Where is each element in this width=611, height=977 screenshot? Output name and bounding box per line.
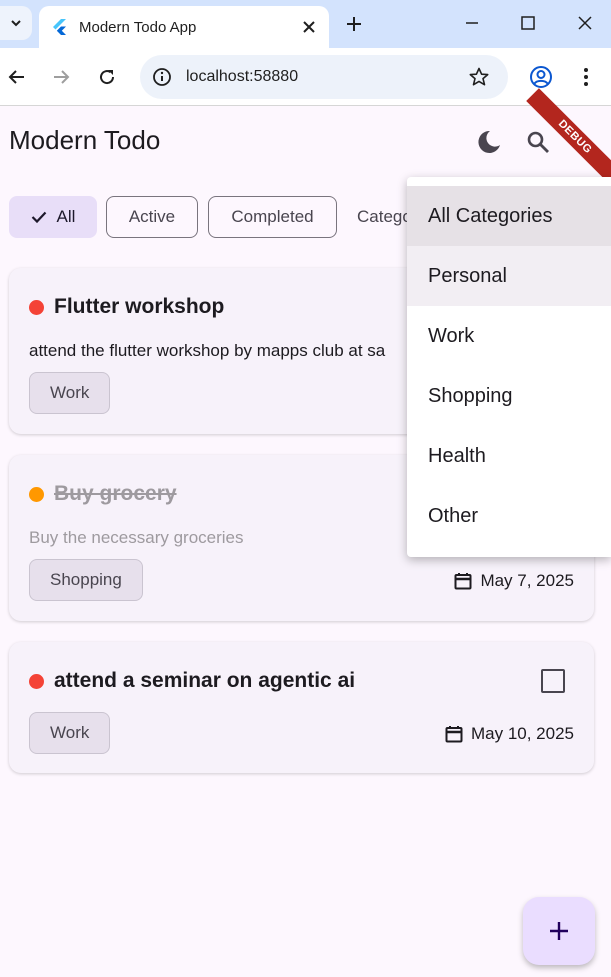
app-title: Modern Todo [9,125,161,155]
add-todo-button[interactable] [523,897,595,965]
close-icon [578,16,592,30]
priority-dot [29,487,44,502]
forward-button[interactable] [46,62,76,92]
chevron-down-icon [11,20,21,27]
calendar-icon [445,725,463,743]
browser-menu-button[interactable] [571,62,601,92]
account-icon [530,66,552,88]
address-bar[interactable]: localhost:58880 [140,55,508,99]
priority-dot [29,674,44,689]
menu-item-personal[interactable]: Personal [407,246,611,306]
due-date: May 10, 2025 [445,724,574,744]
maximize-icon [521,16,535,30]
minimize-icon [466,22,478,24]
filter-chip-label: Completed [231,207,314,226]
check-icon [31,210,47,224]
search-icon [527,131,549,153]
menu-item-all-categories[interactable]: All Categories [407,186,611,246]
tab-close-button[interactable] [297,15,321,39]
new-tab-button[interactable] [340,10,368,38]
url-text[interactable]: localhost:58880 [186,68,464,86]
profile-button[interactable] [526,62,556,92]
minimize-button[interactable] [455,8,489,38]
more-vert-icon [584,68,588,86]
reload-icon [100,70,115,85]
info-icon[interactable] [152,67,172,87]
dark-mode-icon [478,130,500,153]
menu-item-health[interactable]: Health [407,426,611,486]
todo-title: Buy grocery [54,482,177,505]
browser-toolbar: localhost:58880 [0,48,611,106]
todo-description: Buy the necessary groceries [29,528,244,547]
flutter-logo-icon [53,19,66,35]
category-tag: Shopping [29,559,143,601]
filter-chip-completed[interactable]: Completed [208,196,337,238]
arrow-left-icon [8,70,24,84]
todo-checkbox[interactable] [541,669,565,693]
due-date: May 7, 2025 [454,571,574,591]
maximize-button[interactable] [511,8,545,38]
bookmark-button[interactable] [464,62,494,92]
window-close-button[interactable] [568,8,602,38]
category-tag: Work [29,372,111,414]
browser-tab-strip: Modern Todo App [0,0,611,48]
todo-card[interactable]: attend a seminar on agentic ai Work May … [9,642,594,773]
filter-chip-label: All [56,207,76,226]
category-tag: Work [29,712,111,754]
tab-title: Modern Todo App [79,18,197,36]
plus-icon [347,17,361,31]
tab-search-button[interactable] [0,6,32,40]
priority-dot [29,300,44,315]
search-button[interactable] [522,126,554,158]
todo-description: attend the flutter workshop by mapps clu… [29,341,386,360]
due-date-text: May 10, 2025 [470,724,574,743]
filter-chip-active[interactable]: Active [106,196,198,238]
menu-item-shopping[interactable]: Shopping [407,366,611,426]
reload-button[interactable] [92,62,122,92]
menu-item-other[interactable]: Other [407,486,611,546]
star-icon [469,67,489,86]
arrow-right-icon [54,70,70,84]
plus-icon [550,922,568,940]
menu-item-work[interactable]: Work [407,306,611,366]
todo-title: Flutter workshop [54,295,225,318]
due-date-text: May 7, 2025 [480,571,574,590]
close-icon [303,21,315,33]
theme-toggle-button[interactable] [473,126,505,158]
calendar-icon [454,572,472,590]
filter-chip-all[interactable]: All [9,196,97,238]
browser-tab[interactable]: Modern Todo App [39,6,329,48]
filter-chip-label: Active [128,207,176,226]
back-button[interactable] [2,62,32,92]
category-dropdown-menu: All Categories Personal Work Shopping He… [407,177,611,557]
todo-title: attend a seminar on agentic ai [54,669,356,692]
